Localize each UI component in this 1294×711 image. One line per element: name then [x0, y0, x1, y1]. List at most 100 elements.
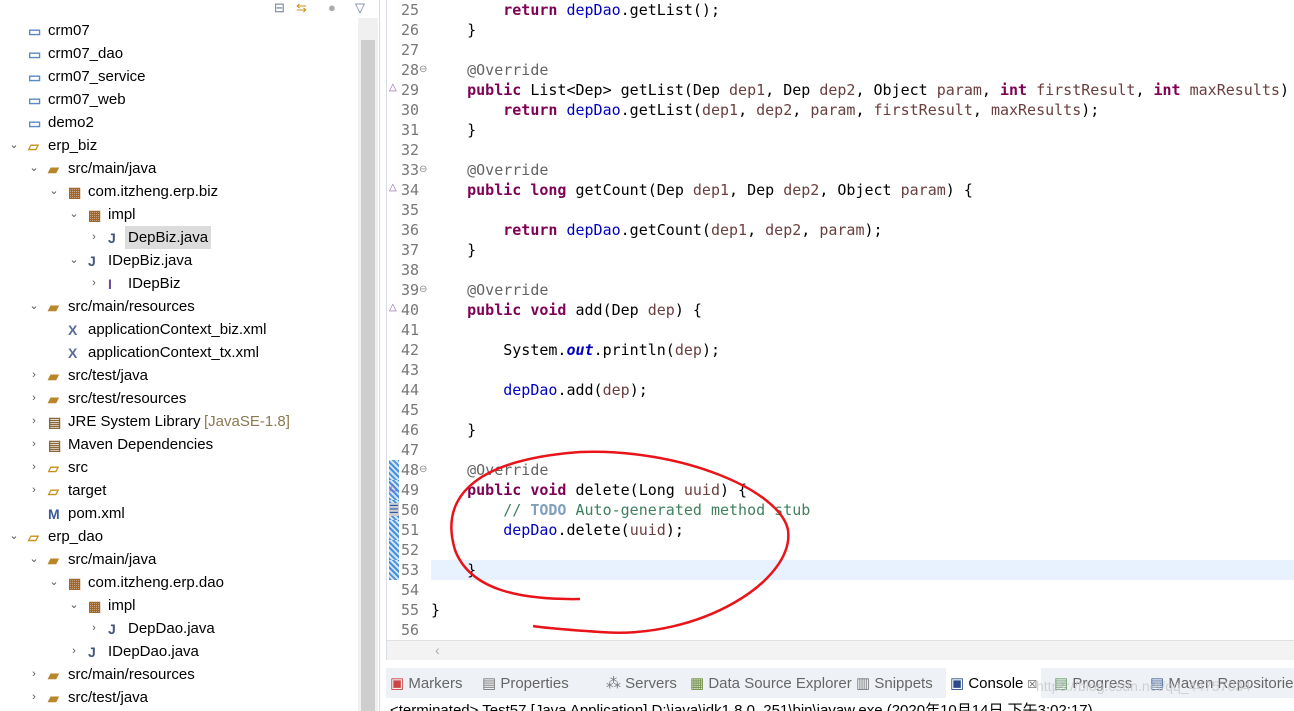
code-editor[interactable]: 25 26 27 28 ⊖ 29 △ 30 31 32 33 ⊖ 34 △ 35 36 37 38 39 ⊖ 40 △ 41… [386, 0, 1294, 660]
tree-item[interactable]: › ▤ JRE System Library [JavaSE-1.8] [0, 410, 356, 433]
chevron-right-icon[interactable]: › [28, 663, 40, 686]
collapse-all-icon[interactable]: ⊟ [274, 0, 285, 18]
code-line[interactable] [431, 360, 1294, 380]
tree-item[interactable]: › ▰ src/test/resources [0, 387, 356, 410]
code-line[interactable]: } [431, 120, 1294, 140]
chevron-right-icon[interactable]: › [88, 226, 100, 249]
chevron-down-icon[interactable]: ⌄ [28, 295, 40, 318]
code-line[interactable] [431, 140, 1294, 160]
chevron-down-icon[interactable]: ⌄ [48, 571, 60, 594]
code-line[interactable] [431, 540, 1294, 560]
code-line[interactable]: return depDao.getList(); [431, 0, 1294, 20]
code-line[interactable]: return depDao.getCount(dep1, dep2, param… [431, 220, 1294, 240]
chevron-down-icon[interactable]: ⌄ [68, 594, 80, 617]
chevron-down-icon[interactable]: ⌄ [8, 134, 20, 157]
code-line[interactable]: System.out.println(dep); [431, 340, 1294, 360]
code-line[interactable] [431, 580, 1294, 600]
code-line[interactable] [431, 320, 1294, 340]
chevron-right-icon[interactable]: › [28, 456, 40, 479]
code-line[interactable]: public void delete(Long uuid) { [431, 480, 1294, 500]
scroll-left-icon[interactable]: ‹ [435, 642, 440, 658]
code-line[interactable] [431, 400, 1294, 420]
code-line[interactable]: return depDao.getList(dep1, dep2, param,… [431, 100, 1294, 120]
code-line[interactable]: } [431, 560, 1294, 580]
tree-item[interactable]: › ▤ Maven Dependencies [0, 433, 356, 456]
editor-horizontal-scrollbar[interactable]: ‹ [387, 640, 1294, 660]
chevron-right-icon[interactable]: › [28, 479, 40, 502]
code-line[interactable]: public List<Dep> getList(Dep dep1, Dep d… [431, 80, 1294, 100]
filter-icon[interactable]: ● [328, 0, 336, 18]
tab-console[interactable]: ▣ Console ☒ [946, 668, 1042, 698]
code-line[interactable] [431, 440, 1294, 460]
tab-markers[interactable]: ▣ Markers [390, 673, 463, 695]
chevron-down-icon[interactable]: ⌄ [8, 525, 20, 548]
code-line[interactable]: @Override [431, 160, 1294, 180]
chevron-down-icon[interactable]: ⌄ [28, 157, 40, 180]
tree-item[interactable]: › J DepBiz.java [0, 226, 356, 249]
tree-item[interactable]: ▭ crm07 [0, 19, 356, 42]
fold-icon[interactable]: ⊖ [419, 464, 427, 475]
code-line[interactable]: public void add(Dep dep) { [431, 300, 1294, 320]
code-line[interactable]: public long getCount(Dep dep1, Dep dep2,… [431, 180, 1294, 200]
code-line[interactable]: depDao.delete(uuid); [431, 520, 1294, 540]
tree-item[interactable]: ⌄ ▰ src/main/java [0, 548, 356, 571]
tree-item[interactable]: › ▰ src/main/resources [0, 663, 356, 686]
link-with-editor-icon[interactable]: ⇆ [296, 0, 307, 18]
tree-item[interactable]: ⌄ ▦ com.itzheng.erp.biz [0, 180, 356, 203]
tree-item[interactable]: › J DepDao.java [0, 617, 356, 640]
code-line[interactable] [431, 260, 1294, 280]
tree-item[interactable]: ⌄ ▰ src/main/resources [0, 295, 356, 318]
tree-item[interactable]: ▭ crm07_dao [0, 42, 356, 65]
view-menu-icon[interactable]: ▽ [355, 0, 365, 18]
tree-item[interactable]: › ▰ src/test/java [0, 686, 356, 709]
tab-properties[interactable]: ▤ Properties [482, 673, 569, 695]
code-line[interactable]: depDao.add(dep); [431, 380, 1294, 400]
chevron-down-icon[interactable]: ⌄ [68, 249, 80, 272]
chevron-right-icon[interactable]: › [28, 387, 40, 410]
code-line[interactable]: } [431, 420, 1294, 440]
tree-item[interactable]: ⌄ ▱ erp_biz [0, 134, 356, 157]
tree-item[interactable]: › I IDepBiz [0, 272, 356, 295]
tree-item[interactable]: ⌄ ▦ impl [0, 594, 356, 617]
tree-item[interactable]: ⌄ ▱ erp_dao [0, 525, 356, 548]
tab-snippets[interactable]: ▥ Snippets [856, 673, 933, 695]
tree-item[interactable]: XapplicationContext_tx.xml [0, 341, 356, 364]
code-line[interactable]: @Override [431, 60, 1294, 80]
tree-item[interactable]: Mpom.xml [0, 502, 356, 525]
code-line[interactable] [431, 40, 1294, 60]
code-line[interactable] [431, 620, 1294, 640]
fold-icon[interactable]: ⊖ [419, 164, 427, 175]
code-line[interactable]: } [431, 600, 1294, 620]
chevron-right-icon[interactable]: › [28, 433, 40, 456]
tree-item[interactable]: ⌄ J IDepBiz.java [0, 249, 356, 272]
tab-data-source-explorer[interactable]: ▦ Data Source Explorer [690, 673, 852, 695]
code-line[interactable]: @Override [431, 460, 1294, 480]
tree-item[interactable]: › ▱ src [0, 456, 356, 479]
tree-item[interactable]: ▭ crm07_service [0, 65, 356, 88]
code-line[interactable]: @Override [431, 280, 1294, 300]
tree-item[interactable]: ▭ crm07_web [0, 88, 356, 111]
tab-servers[interactable]: ⁂ Servers [606, 673, 677, 695]
tree-item[interactable]: › ▱ target [0, 479, 356, 502]
chevron-down-icon[interactable]: ⌄ [68, 203, 80, 226]
tree-item[interactable]: › ▰ src/test/java [0, 364, 356, 387]
chevron-right-icon[interactable]: › [68, 640, 80, 663]
chevron-right-icon[interactable]: › [28, 410, 40, 433]
tree-item[interactable]: › J IDepDao.java [0, 640, 356, 663]
chevron-down-icon[interactable]: ⌄ [48, 180, 60, 203]
fold-icon[interactable]: ⊖ [419, 284, 427, 295]
chevron-right-icon[interactable]: › [28, 364, 40, 387]
tree-item[interactable]: ▭ demo2 [0, 111, 356, 134]
code-line[interactable] [431, 200, 1294, 220]
scrollbar-thumb[interactable] [361, 40, 375, 711]
chevron-right-icon[interactable]: › [28, 686, 40, 709]
chevron-right-icon[interactable]: › [88, 617, 100, 640]
tree-item[interactable]: ⌄ ▦ impl [0, 203, 356, 226]
chevron-down-icon[interactable]: ⌄ [28, 548, 40, 571]
code-line[interactable]: } [431, 20, 1294, 40]
fold-icon[interactable]: ⊖ [419, 64, 427, 75]
code-line[interactable]: } [431, 240, 1294, 260]
code-line[interactable]: // TODO Auto-generated method stub [431, 500, 1294, 520]
tree-item[interactable]: ⌄ ▦ com.itzheng.erp.dao [0, 571, 356, 594]
tree-item[interactable]: ⌄ ▰ src/main/java [0, 157, 356, 180]
